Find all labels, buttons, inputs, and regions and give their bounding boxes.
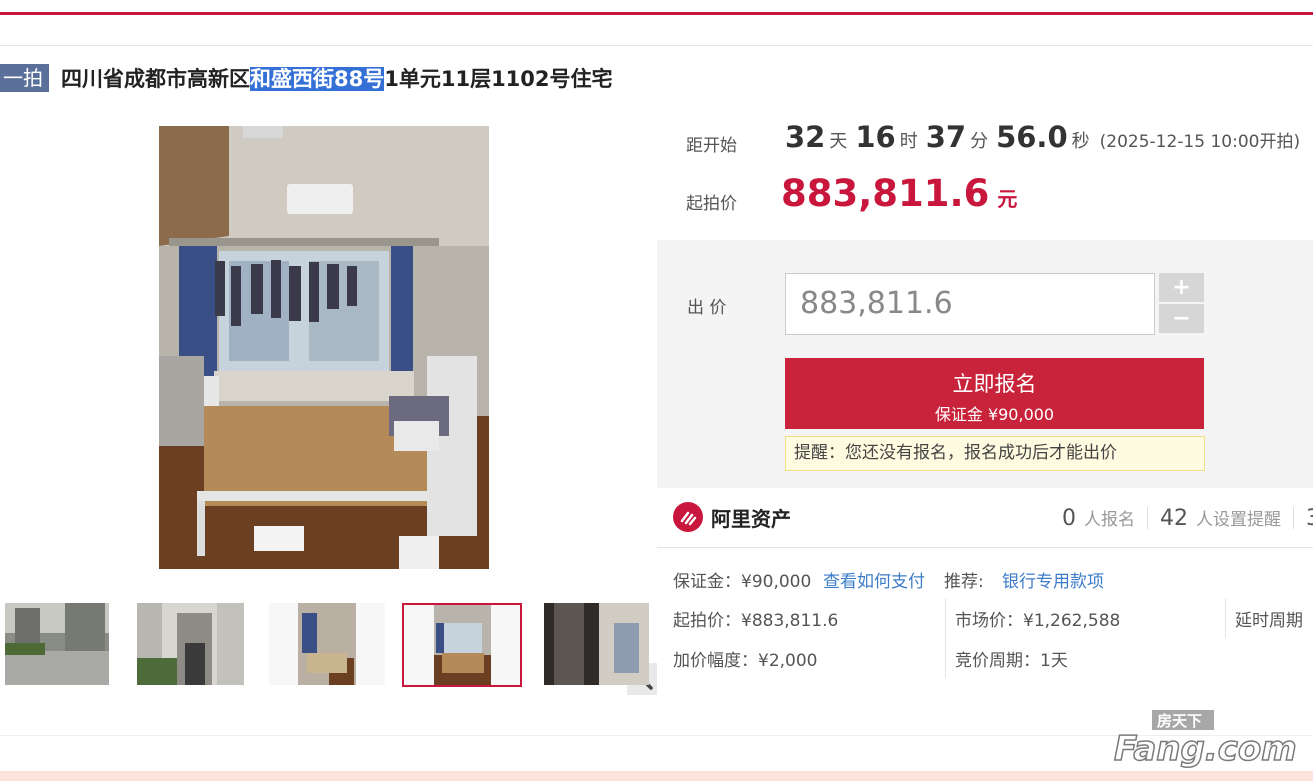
thumbnail-3[interactable]	[269, 603, 385, 685]
recommend-label: 推荐:	[944, 572, 984, 592]
brand-name: 阿里资产	[711, 506, 791, 531]
page-title: 四川省成都市高新区和盛西街88号1单元11层1102号住宅	[61, 63, 613, 93]
thumbnail-4-selected[interactable]	[402, 603, 522, 687]
deposit-label: 保证金 ¥90,000	[934, 405, 1055, 424]
watermark-main: Fang.com	[1114, 729, 1297, 769]
header-divider	[0, 45, 1313, 46]
brand[interactable]: 阿里资产	[673, 502, 791, 532]
thumbnail-strip	[0, 603, 656, 687]
hours-unit: 时	[899, 131, 918, 152]
register-button[interactable]: 立即报名 保证金 ¥90,000	[785, 358, 1204, 429]
registered-label: 人报名	[1084, 510, 1135, 530]
auction-round-tag: 一拍	[0, 64, 49, 92]
decrease-bid-button[interactable]: −	[1159, 304, 1204, 333]
start-price: 883,811.6 元	[781, 172, 1017, 215]
countdown-days: 32	[785, 120, 826, 154]
ali-asset-logo-icon	[673, 502, 703, 532]
countdown-minutes: 37	[925, 120, 967, 154]
bid-period-info: 竞价周期：1天	[955, 651, 1068, 671]
column-divider	[945, 598, 946, 678]
increase-bid-button[interactable]: +	[1159, 273, 1204, 302]
truncated-count: 3	[1306, 506, 1313, 531]
how-to-pay-link[interactable]: 查看如何支付	[823, 567, 925, 592]
thumbnail-1[interactable]	[5, 603, 109, 685]
fang-watermark: 房天下 Fang.com	[1112, 708, 1302, 770]
start-time: (2025-12-15 10:00开拍)	[1099, 132, 1301, 152]
deposit-info: 保证金：¥90,000	[673, 572, 812, 592]
reminder-label: 人设置提醒	[1196, 510, 1281, 530]
column-divider	[1225, 598, 1226, 638]
title-highlight: 和盛西街88号	[250, 67, 385, 91]
title-suffix: 1单元11层1102号住宅	[384, 67, 613, 91]
start-price-info: 起拍价：¥883,811.6	[673, 611, 839, 631]
thumbnail-5[interactable]	[544, 603, 649, 685]
main-photo[interactable]	[159, 126, 489, 569]
bank-payment-link[interactable]: 银行专用款项	[1002, 567, 1104, 592]
bid-label: 出 价	[687, 298, 727, 318]
top-accent-line	[0, 12, 1313, 15]
bid-panel: 出 价 883,811.6 + − 立即报名 保证金 ¥90,000 提醒：您还…	[657, 240, 1313, 488]
countdown-seconds: 56.0	[996, 120, 1068, 154]
stats-divider	[1147, 507, 1148, 529]
bottom-bar	[0, 771, 1313, 781]
start-price-label: 起拍价	[686, 194, 737, 214]
start-price-unit: 元	[997, 187, 1018, 211]
delay-period-info: 延时周期	[1235, 611, 1303, 631]
increment-info: 加价幅度：¥2,000	[673, 651, 818, 671]
market-price-info: 市场价：¥1,262,588	[955, 611, 1121, 631]
days-unit: 天	[829, 131, 848, 152]
title-prefix: 四川省成都市高新区	[61, 67, 250, 91]
register-label: 立即报名	[952, 372, 1037, 396]
stats-divider	[1293, 507, 1294, 529]
countdown-hours: 16	[855, 120, 896, 154]
title-row: 一拍 四川省成都市高新区和盛西街88号1单元11层1102号住宅	[0, 62, 613, 94]
countdown-label: 距开始	[686, 136, 737, 156]
registration-notice: 提醒：您还没有报名，报名成功后才能出价	[785, 436, 1205, 471]
start-price-value: 883,811.6	[781, 172, 990, 215]
minutes-unit: 分	[970, 131, 989, 152]
reminder-count: 42	[1160, 506, 1188, 531]
bid-input[interactable]: 883,811.6	[785, 273, 1155, 335]
auction-details: 保证金：¥90,000 查看如何支付 推荐: 银行专用款项 起拍价：¥883,8…	[657, 548, 1313, 688]
brand-row: 阿里资产 0 人报名 42 人设置提醒 3	[657, 488, 1313, 548]
seconds-unit: 秒	[1071, 131, 1090, 152]
watermark-top: 房天下	[1157, 712, 1202, 730]
thumbnail-2[interactable]	[137, 603, 244, 685]
main-photo-area	[0, 126, 657, 695]
registered-count: 0	[1062, 506, 1076, 531]
auction-info: 距开始 32 天 16 时 37 分 56.0 秒 (2025-12-15 10:00开…	[657, 112, 1313, 240]
stats: 0 人报名 42 人设置提醒 3	[1062, 505, 1313, 531]
countdown: 32 天 16 时 37 分 56.0 秒 (2025-12-15 10:00开拍)	[785, 120, 1300, 154]
